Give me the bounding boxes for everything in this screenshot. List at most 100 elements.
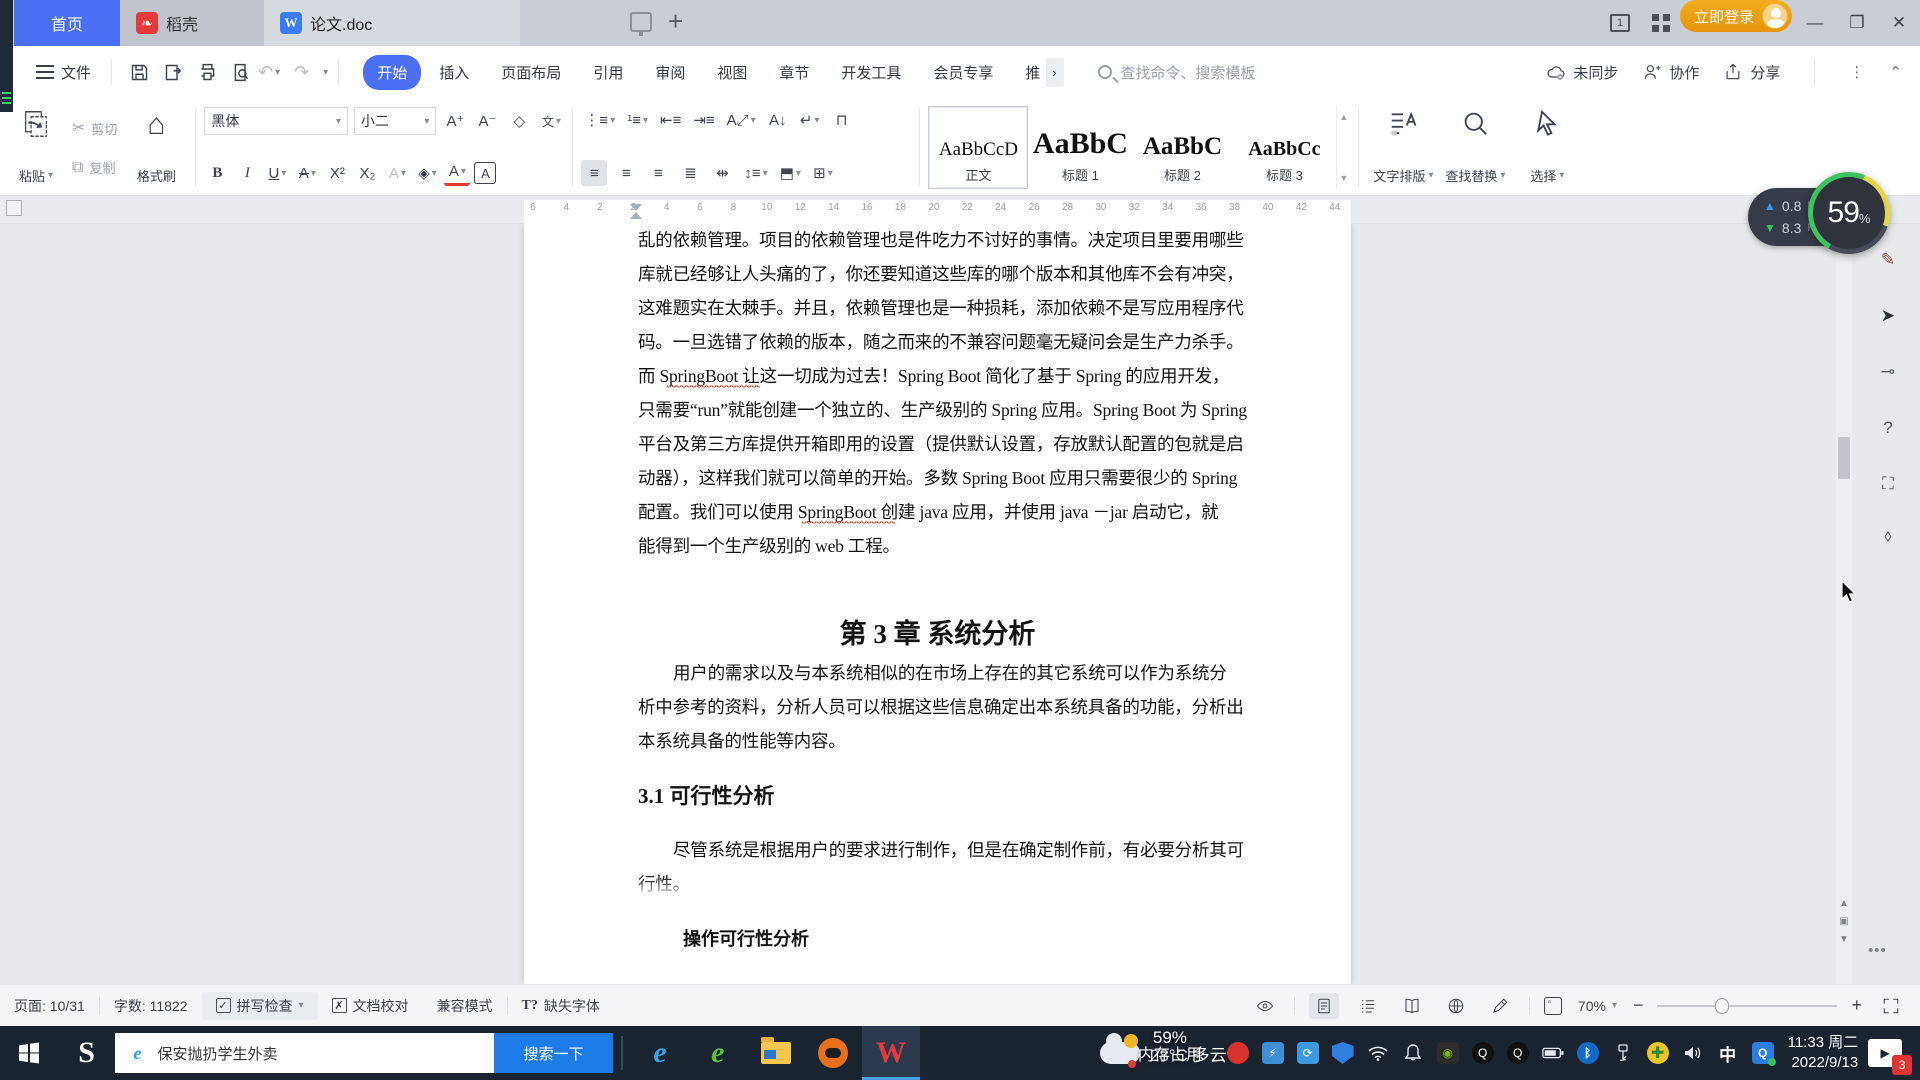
start-button[interactable] <box>0 1026 58 1080</box>
line-spacing-button[interactable]: ↕≡ ▾ <box>741 160 770 186</box>
italic-button[interactable]: I <box>234 160 260 186</box>
style-heading3[interactable]: AaBbCc 标题 3 <box>1234 106 1334 189</box>
text-layout-button[interactable]: 文字排版 ▾ <box>1367 104 1439 191</box>
tray-sync-icon[interactable]: ⟳ <box>1296 1042 1319 1064</box>
taskbar-app-360browser[interactable]: e <box>689 1026 747 1080</box>
shading-button[interactable]: ⬒ ▾ <box>777 160 804 186</box>
print-preview-icon[interactable] <box>224 55 258 89</box>
scrollbar-thumb[interactable] <box>1838 437 1850 479</box>
hanging-indent-marker[interactable] <box>630 212 642 219</box>
tray-qq2-icon[interactable]: Q <box>1506 1042 1529 1064</box>
taskbar-clock[interactable]: 11:33 周二 2022/9/13 <box>1788 1033 1859 1074</box>
increase-font-icon[interactable]: A⁺ <box>442 108 468 134</box>
taskbar-app-wps[interactable]: W <box>862 1026 920 1080</box>
clear-format-icon[interactable]: ◇ <box>506 108 532 134</box>
indent-markers[interactable] <box>630 204 644 222</box>
missing-font-button[interactable]: T? 缺失字体 <box>508 992 614 1020</box>
tray-bluetooth-icon[interactable]: ᛒ <box>1576 1042 1599 1064</box>
tab-view[interactable]: 视图 <box>703 55 761 90</box>
text-direction-button[interactable]: A⤢ ▾ <box>724 107 759 133</box>
taskbar-app-explorer[interactable] <box>747 1026 805 1080</box>
first-line-indent-marker[interactable] <box>630 204 642 211</box>
tray-nvidia-icon[interactable]: ◉ <box>1436 1042 1459 1064</box>
tab-insert[interactable]: 插入 <box>425 55 483 90</box>
next-page-button[interactable]: ▼ <box>1834 932 1854 947</box>
export-icon[interactable] <box>156 55 190 89</box>
document-page[interactable]: 乱的依赖管理。项目的依赖管理也是件吃力不讨好的事情。决定项目里要用哪些 库就已经… <box>524 224 1351 984</box>
copy-button[interactable]: ⧉ 复制 <box>66 155 123 180</box>
outline-view-icon[interactable] <box>1353 993 1383 1019</box>
bold-button[interactable]: B <box>204 160 230 186</box>
distribute-button[interactable]: ⇹ <box>709 160 735 186</box>
show-marks-button[interactable]: ↵ ▾ <box>797 107 823 133</box>
borders-button[interactable]: ⊞ ▾ <box>810 160 836 186</box>
file-menu[interactable]: 文件 <box>26 56 101 89</box>
strikethrough-button[interactable]: A ▾ <box>294 160 320 186</box>
ruler-toggle-icon[interactable] <box>6 200 22 216</box>
zoom-level[interactable]: 70% ▾ <box>1576 992 1619 1020</box>
font-color-button[interactable]: A ▾ <box>444 160 471 186</box>
tabs-overflow-icon[interactable]: › <box>1046 57 1065 87</box>
underline-button[interactable]: U ▾ <box>264 160 290 186</box>
save-icon[interactable] <box>122 55 156 89</box>
taskbar-weather[interactable]: 28°C 多云 59% 内存占用 <box>1099 1028 1227 1068</box>
tab-list-icon[interactable]: 1 <box>1610 14 1630 32</box>
select-button[interactable]: 选择 ▾ <box>1511 104 1583 191</box>
annotate-pen-icon[interactable]: ✎ <box>1872 244 1904 276</box>
vertical-scrollbar[interactable] <box>1836 224 1852 984</box>
screenshot-tool-icon[interactable]: ⛶ <box>1872 468 1904 500</box>
split-line-icon[interactable]: ⊸ <box>1872 356 1904 388</box>
paste-button[interactable]: ⎘ 粘贴 ▾ <box>8 104 64 191</box>
align-center-button[interactable]: ≡ <box>613 160 639 186</box>
highlight-button[interactable]: ◈ ▾ <box>414 160 440 186</box>
spellcheck-toggle[interactable]: ✓ 拼写检查 ▾ <box>201 991 318 1020</box>
tray-notification-bell-icon[interactable] <box>1402 1042 1424 1064</box>
new-tab-button[interactable]: + <box>668 6 683 37</box>
quickbar-caret-icon[interactable]: ▾ <box>323 67 328 78</box>
align-right-button[interactable]: ≡ <box>645 160 671 186</box>
find-replace-button[interactable]: 查找替换 ▾ <box>1439 104 1511 191</box>
page-indicator[interactable]: 页面: 10/31 <box>0 992 99 1020</box>
web-layout-icon[interactable] <box>1441 993 1471 1019</box>
statusbar-more-icon[interactable]: ••• <box>1868 942 1887 959</box>
pointer-tool-icon[interactable]: ➤ <box>1872 300 1904 332</box>
close-button[interactable]: ✕ <box>1878 0 1920 46</box>
undo-caret-icon[interactable]: ▾ <box>275 67 280 78</box>
command-search[interactable]: 查找命令、搜索模板 <box>1098 62 1255 83</box>
gallery-down-icon[interactable]: ▼ <box>1339 173 1348 183</box>
undo-icon[interactable]: ↶ <box>258 62 273 83</box>
print-icon[interactable] <box>190 55 224 89</box>
ink-pen-icon[interactable] <box>1485 993 1515 1019</box>
fullscreen-icon[interactable] <box>1876 993 1906 1019</box>
tab-page-layout[interactable]: 页面布局 <box>487 55 575 90</box>
help-icon[interactable]: ? <box>1872 412 1904 444</box>
restore-button[interactable]: ❐ <box>1836 0 1878 46</box>
tray-shield-icon[interactable] <box>1331 1042 1354 1064</box>
cut-button[interactable]: ✂ 剪切 <box>66 115 123 141</box>
phonetic-guide-icon[interactable]: 文 ▾ <box>538 108 564 134</box>
tab-references[interactable]: 引用 <box>579 55 637 90</box>
tab-member[interactable]: 会员专享 <box>919 55 1007 90</box>
proofread-button[interactable]: ✗ 文档校对 <box>318 992 423 1020</box>
app-grid-icon[interactable] <box>1652 14 1670 32</box>
taskbar-search-box[interactable]: e 保安抛扔学生外卖 <box>115 1033 494 1073</box>
sync-status[interactable]: 未同步 <box>1546 62 1618 83</box>
superscript-button[interactable]: X² <box>324 160 350 186</box>
memory-usage-ring[interactable]: 59 % <box>1808 172 1890 254</box>
tray-qq-icon[interactable]: Q <box>1471 1042 1494 1064</box>
style-normal[interactable]: AaBbCcD 正文 <box>928 106 1029 189</box>
decrease-font-icon[interactable]: A⁻ <box>474 108 500 134</box>
taskbar-app-game[interactable] <box>804 1026 862 1080</box>
tab-start[interactable]: 开始 <box>363 54 422 90</box>
document-canvas[interactable]: 乱的依赖管理。项目的依赖管理也是件吃力不讨好的事情。决定项目里要用哪些 库就已经… <box>0 224 1920 984</box>
tray-usb2-icon[interactable] <box>1612 1042 1634 1064</box>
justify-button[interactable]: ≣ <box>677 160 703 186</box>
bullets-button[interactable]: ⋮≡ ▾ <box>581 107 618 133</box>
collaborate-button[interactable]: 协作 <box>1642 62 1699 83</box>
taskbar-search-button[interactable]: 搜索一下 <box>493 1033 614 1073</box>
zoom-in-icon[interactable]: + <box>1851 995 1862 1016</box>
fit-page-icon[interactable] <box>1543 996 1562 1015</box>
previous-page-button[interactable]: ▲ <box>1834 896 1854 911</box>
style-heading2[interactable]: AaBbC 标题 2 <box>1132 106 1232 189</box>
tab-document[interactable]: W 论文.doc <box>264 0 520 46</box>
